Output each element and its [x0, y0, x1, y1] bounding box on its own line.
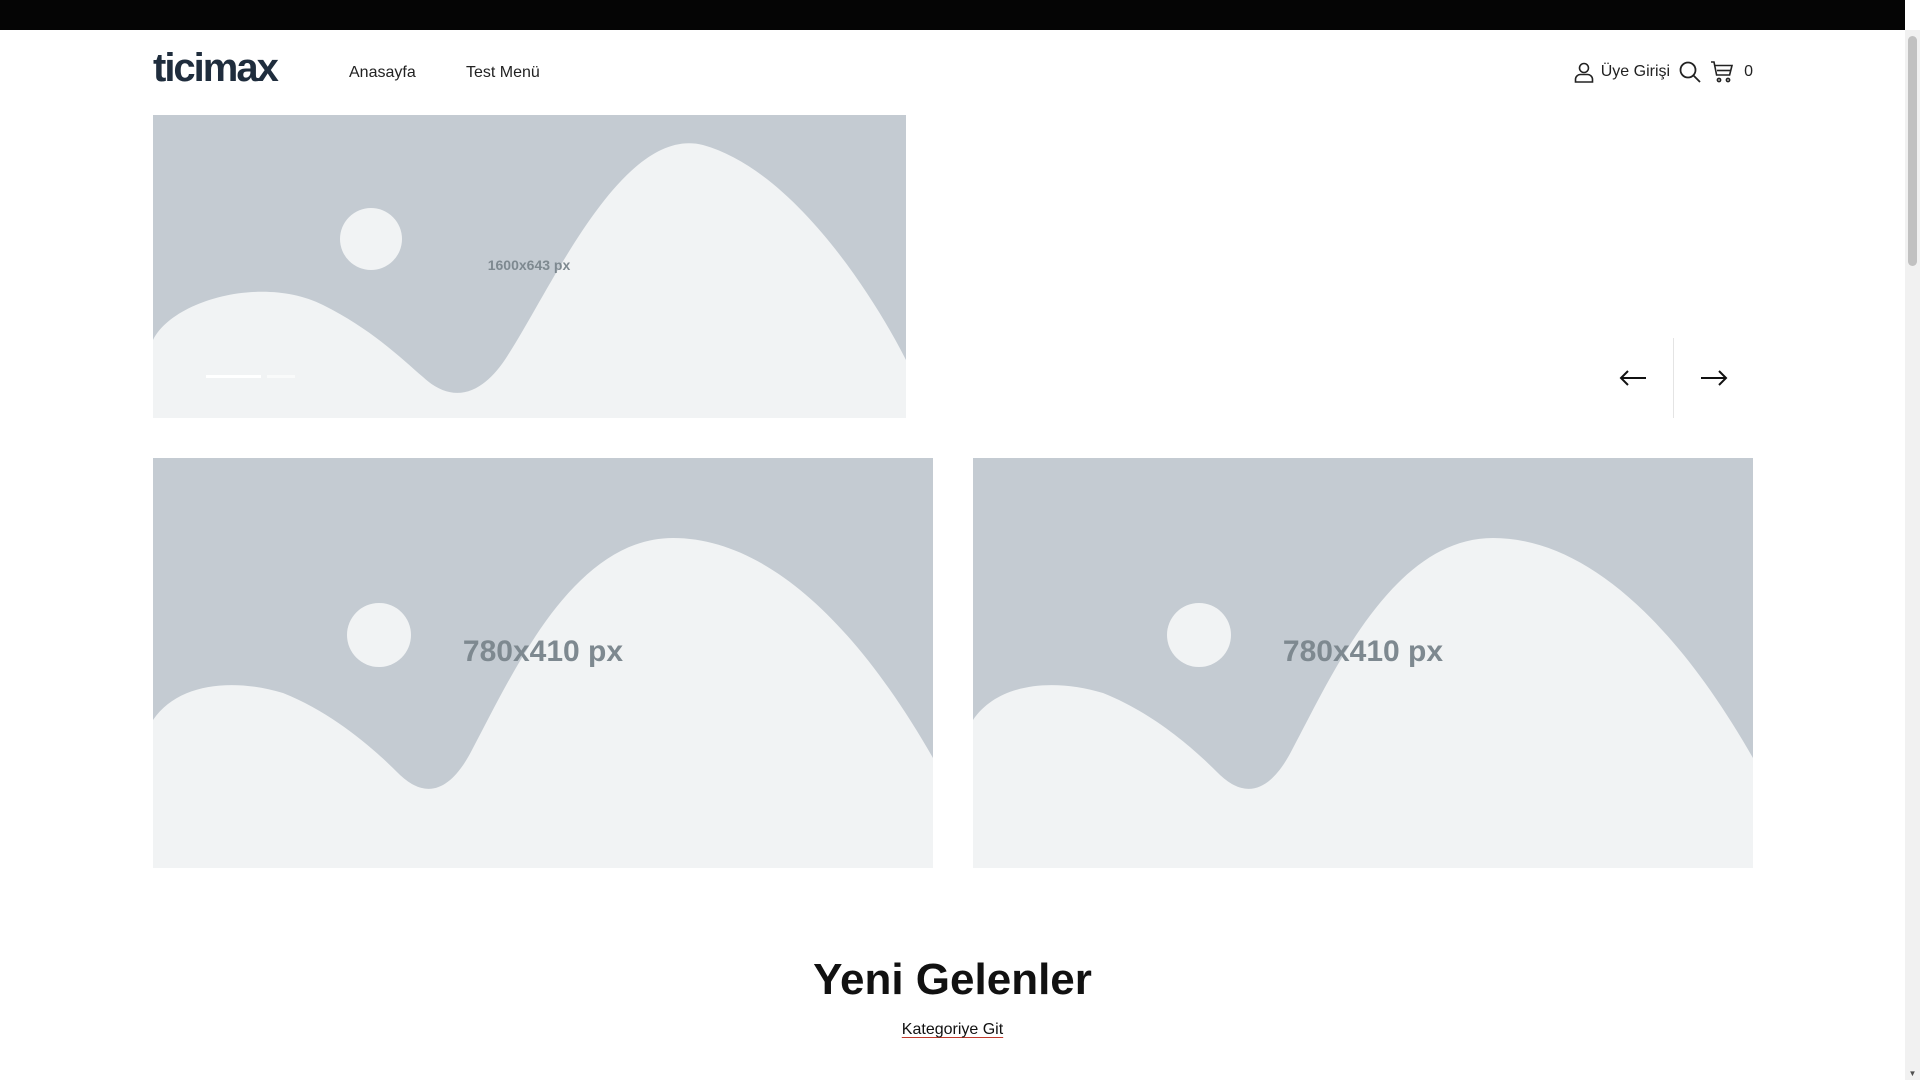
- banner-left-label: 780x410 px: [463, 635, 623, 668]
- slider-next-button[interactable]: [1673, 338, 1754, 418]
- category-link[interactable]: Kategoriye Git: [902, 1021, 1003, 1038]
- slider-dot-active[interactable]: [206, 375, 261, 378]
- category-link-wrapper: Kategoriye Git: [0, 1021, 1905, 1039]
- slider-dot[interactable]: [267, 375, 295, 378]
- arrow-left-icon: [1619, 370, 1646, 386]
- scroll-down-icon[interactable]: ▼: [1908, 1069, 1917, 1078]
- cart-icon[interactable]: [1710, 60, 1734, 84]
- hero-slider: 1600x643 px: [153, 115, 1753, 418]
- site-header: ticimax Anasayfa Test Menü Üye Girişi 0: [153, 30, 1753, 115]
- search-icon[interactable]: [1678, 60, 1702, 84]
- banner-left[interactable]: 780x410 px: [153, 458, 933, 868]
- slide-image-label: 1600x643 px: [488, 257, 571, 273]
- header-actions: Üye Girişi 0: [1572, 58, 1753, 86]
- cart-count[interactable]: 0: [1744, 63, 1753, 81]
- scrollbar-thumb[interactable]: [1908, 36, 1917, 266]
- section-title: Yeni Gelenler: [813, 955, 1092, 1004]
- banner-right[interactable]: 780x410 px: [973, 458, 1753, 868]
- slide-image-placeholder[interactable]: 1600x643 px: [153, 115, 906, 418]
- top-announcement-bar: [0, 0, 1905, 30]
- nav-test-menu[interactable]: Test Menü: [466, 64, 540, 82]
- login-link[interactable]: Üye Girişi: [1601, 63, 1670, 81]
- logo-text: ticimax: [153, 48, 279, 88]
- banner-right-label: 780x410 px: [1283, 635, 1443, 668]
- arrow-right-icon: [1701, 370, 1728, 386]
- slider-prev-button[interactable]: [1593, 338, 1673, 418]
- user-icon[interactable]: [1572, 60, 1596, 84]
- ticimax-logo[interactable]: ticimax: [153, 48, 296, 88]
- nav-anasayfa[interactable]: Anasayfa: [349, 64, 416, 82]
- slider-pagination: [206, 375, 295, 378]
- page-scrollbar[interactable]: ▼: [1905, 30, 1920, 1080]
